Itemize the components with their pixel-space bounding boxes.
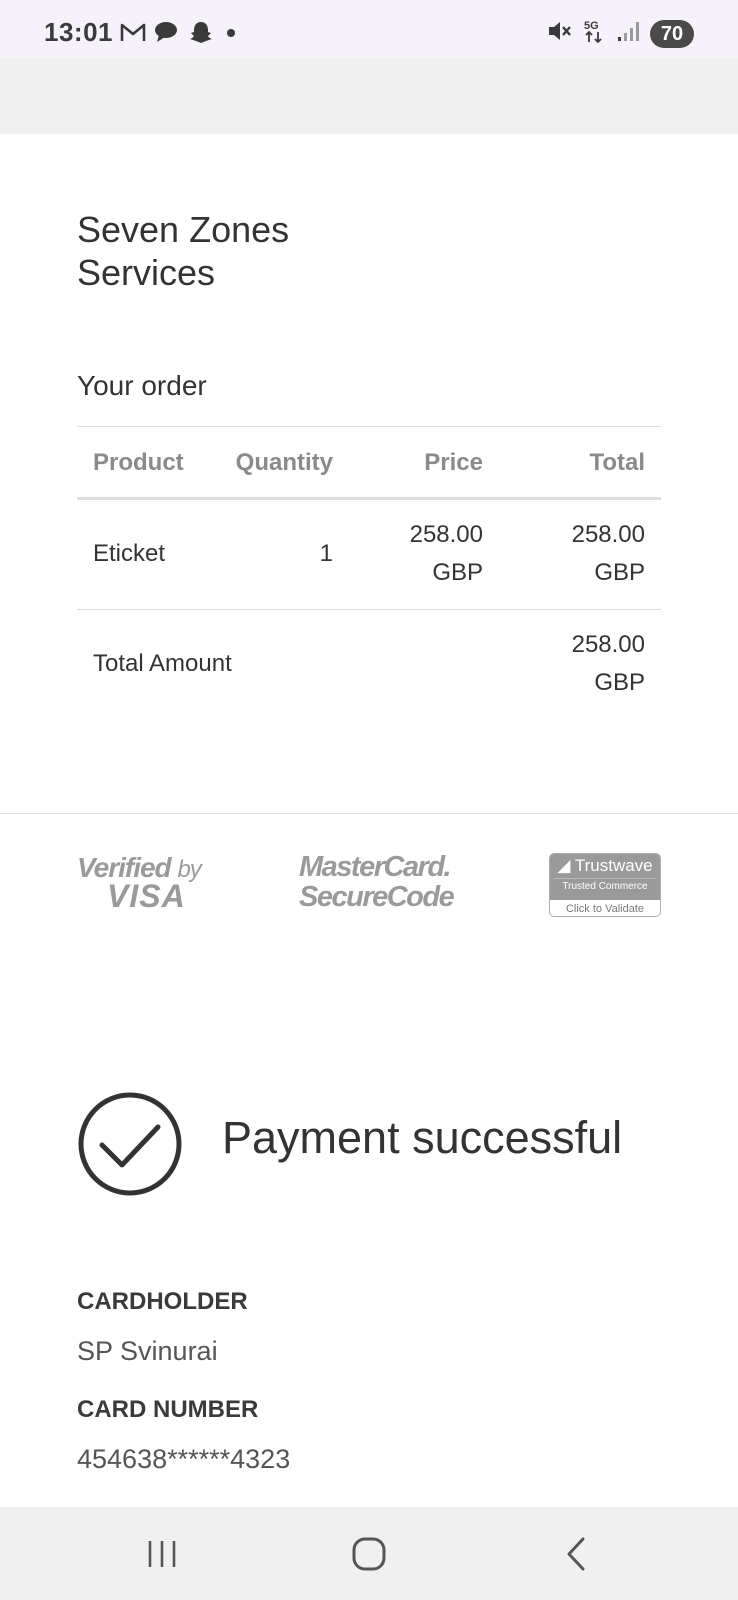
home-button[interactable] <box>339 1531 399 1577</box>
item-total-currency: GBP <box>594 559 645 586</box>
gmail-icon <box>120 21 146 48</box>
card-number-label: CARD NUMBER <box>77 1396 259 1423</box>
total-row: Total Amount 258.00 GBP <box>77 610 661 720</box>
dot-icon <box>222 20 240 49</box>
total-label: Total Amount <box>93 650 232 677</box>
total-value: 258.00 GBP <box>505 626 645 702</box>
item-price-currency: GBP <box>432 559 483 586</box>
trustwave-seal[interactable]: ◢ Trustwave Trusted Commerce Click to Va… <box>549 853 661 917</box>
total-amount: 258.00 <box>571 631 645 658</box>
mute-icon <box>546 18 572 49</box>
payment-status: Payment successful <box>222 1112 623 1163</box>
recent-apps-button[interactable] <box>132 1531 192 1577</box>
table-header-row: Product Quantity Price Total <box>77 426 661 500</box>
item-price-amount: 258.00 <box>409 521 483 548</box>
column-header-quantity: Quantity <box>235 449 333 476</box>
cardholder-label: CARDHOLDER <box>77 1288 248 1315</box>
system-icons: 5G 70 <box>546 18 698 49</box>
item-total: 258.00 GBP <box>505 516 645 592</box>
item-price: 258.00 GBP <box>343 516 483 592</box>
order-table: Product Quantity Price Total Eticket 1 2… <box>77 426 661 720</box>
status-bar: 13:01 5G 70 <box>0 0 738 58</box>
merchant-name: Seven Zones Services <box>77 209 290 293</box>
verified-by-visa-logo: Verified by VISA <box>77 852 202 914</box>
cardholder-value: SP Svinurai <box>77 1336 218 1366</box>
column-header-price: Price <box>424 449 483 476</box>
section-divider <box>0 813 738 814</box>
table-row: Eticket 1 258.00 GBP 258.00 GBP <box>77 500 661 610</box>
item-total-amount: 258.00 <box>571 521 645 548</box>
item-quantity: 1 <box>319 540 333 567</box>
order-heading: Your order <box>77 370 207 401</box>
5g-icon: 5G <box>582 18 606 49</box>
battery-icon: 70 <box>650 19 698 48</box>
system-navigation-bar <box>0 1507 738 1600</box>
notification-icons <box>120 20 240 49</box>
card-number-value: 454638******4323 <box>77 1444 291 1474</box>
column-header-product: Product <box>93 449 184 476</box>
chat-icon <box>154 20 180 49</box>
svg-text:5G: 5G <box>584 20 599 32</box>
item-product: Eticket <box>93 540 166 567</box>
mastercard-securecode-logo: MasterCard. SecureCode <box>299 851 455 913</box>
total-currency: GBP <box>594 669 645 696</box>
status-time: 13:01 <box>44 17 113 47</box>
checkmark-circle-icon <box>77 1091 183 1197</box>
column-header-total: Total <box>589 449 645 476</box>
top-band <box>0 58 738 134</box>
back-button[interactable] <box>546 1531 606 1577</box>
snapchat-icon <box>188 20 214 49</box>
signal-icon <box>616 19 640 48</box>
